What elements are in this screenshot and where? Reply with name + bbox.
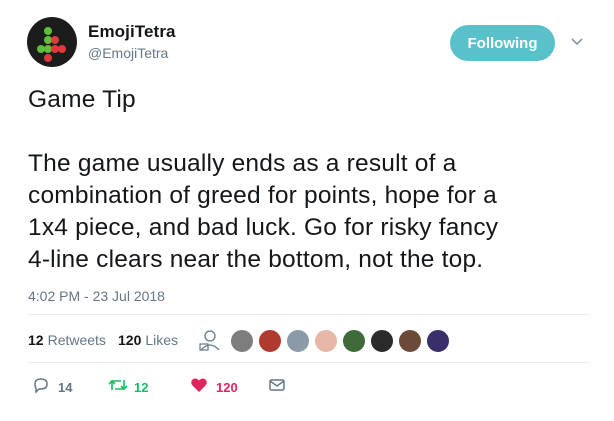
tweet-text: Game Tip The game usually ends as a resu… (28, 86, 499, 273)
liker-avatar-7[interactable] (398, 329, 422, 353)
avatar[interactable] (27, 17, 77, 67)
reply-icon (34, 378, 48, 394)
liker-avatar-2[interactable] (258, 329, 282, 353)
timestamp[interactable]: 4:02 PM - 23 Jul 2018 (28, 288, 165, 304)
retweet-count: 12 (134, 380, 149, 395)
chevron-down-icon[interactable] (570, 34, 584, 48)
following-button[interactable]: Following (450, 25, 555, 61)
heart-icon (191, 378, 207, 392)
tweet-card: EmojiTetra @EmojiTetra Following Game Ti… (0, 0, 614, 421)
liker-avatar-6[interactable] (370, 329, 394, 353)
dm-icon (269, 379, 285, 391)
like-count: 120 (216, 380, 238, 395)
retweets-stat[interactable]: 12 Retweets (28, 332, 106, 348)
liker-avatar-1[interactable] (230, 329, 254, 353)
divider (28, 314, 590, 315)
likes-label: Likes (145, 332, 179, 348)
display-name[interactable]: EmojiTetra (88, 22, 176, 42)
avatar-logo (37, 27, 66, 62)
liker-avatar-4[interactable] (314, 329, 338, 353)
handle[interactable]: @EmojiTetra (88, 45, 168, 61)
liker-avatar-3[interactable] (286, 329, 310, 353)
likes-stat[interactable]: 120 Likes (118, 332, 178, 348)
divider (28, 362, 590, 363)
liker-avatar-8[interactable] (426, 329, 450, 353)
retweet-icon (108, 379, 128, 391)
liker-avatar-5[interactable] (342, 329, 366, 353)
retweets-label: Retweets (47, 332, 106, 348)
retweets-count: 12 (28, 332, 44, 348)
liker-outline-icon[interactable] (196, 326, 224, 354)
reply-count: 14 (58, 380, 73, 395)
likes-count: 120 (118, 332, 142, 348)
